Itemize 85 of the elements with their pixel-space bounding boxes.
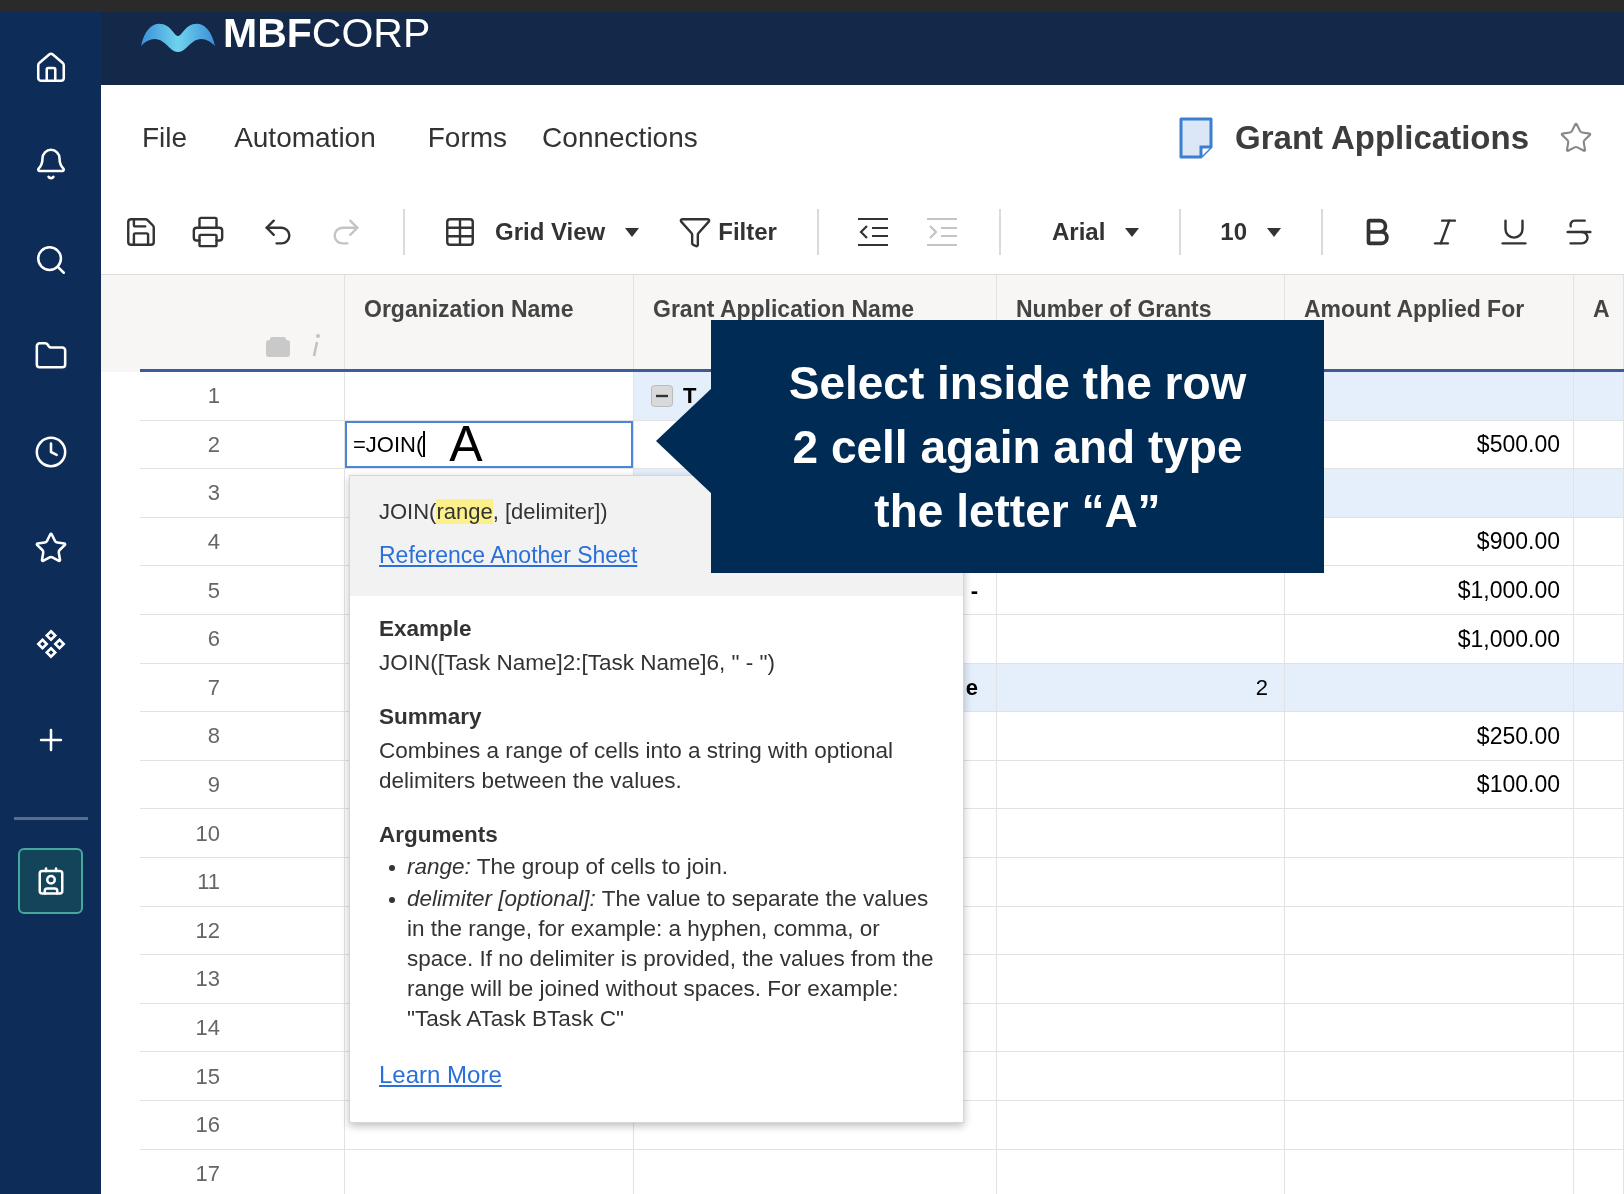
row-number: 5 [140,566,345,615]
table-cell [1574,517,1624,567]
row-number: 9 [140,760,345,810]
table-cell [1574,857,1624,907]
row-number: 1 [140,372,345,421]
row-number: 7 [140,663,345,713]
grid-icon [443,215,477,249]
row-number: 3 [140,469,345,518]
collapse-icon[interactable] [651,384,673,407]
help-text: JOIN([Task Name]2:[Task Name]6, " - ") [379,649,777,677]
row-number: 2 [140,420,345,470]
contact-card-icon [35,866,66,896]
row-number: 4 [140,517,345,567]
view-dropdown[interactable]: Grid View [443,214,640,250]
section-heading: Arguments [379,821,499,849]
learn-more-link[interactable]: Learn More [379,1060,502,1090]
callout: Select inside the row 2 cell again and type the letter “A” [711,320,1324,573]
comment-icon [266,337,290,357]
table-cell [1574,372,1624,421]
sidebar-button[interactable] [18,848,83,914]
table-cell [1574,712,1624,761]
row-number: 10 [140,809,345,858]
table-cell: $1,000.00 [1285,614,1574,664]
logo-text: CORP [311,13,431,54]
filter-button[interactable]: Filter [678,214,777,250]
column-header[interactable]: Grant Application Name [653,296,915,322]
print-icon[interactable] [191,215,225,249]
row-number: 14 [140,1003,345,1053]
table-cell [1574,614,1624,664]
table-cell: $100.00 [1285,760,1574,810]
font-dropdown[interactable]: Arial [1051,214,1140,250]
row-number: 15 [140,1052,345,1101]
star-icon [33,531,68,565]
column-header[interactable]: Amount Applied For [1304,296,1525,322]
menu-item[interactable]: Automation [234,116,376,159]
menu-item[interactable]: File [142,116,188,159]
argument-text: delimiter [optional]: The value to separate the values in the range, for example: a hyphen, comma, or space. If no delimiter is provided, the values from the range will be joined without spaces. For example: "Task ATask BTask C" [407,885,934,1033]
sheet-title: Grant Applications [1235,117,1529,158]
reference-link[interactable]: Reference Another Sheet [379,538,638,573]
table-cell [1574,760,1624,810]
bullet-icon [389,865,395,871]
row-number: 12 [140,906,345,956]
font-size-dropdown[interactable]: 10 [1220,214,1281,250]
caret-icon [625,227,640,237]
bullet-icon [389,897,395,903]
table-cell [1574,420,1624,470]
clock-icon [33,435,68,469]
info-icon [310,333,322,357]
row-number: 16 [140,1100,345,1150]
text-cursor [423,431,426,458]
table-cell [1574,1100,1624,1150]
table-cell: 2 [997,663,1285,713]
caret-icon [1267,227,1281,237]
table-cell: $250.00 [1285,712,1574,761]
typed-letter: A [449,419,483,470]
favorite-star-icon[interactable] [1559,120,1593,155]
column-header[interactable]: Number of Grants [1016,296,1212,322]
sheet-icon [1179,116,1213,159]
formula-input[interactable]: =JOIN( A [345,420,633,469]
menu-item[interactable]: Forms [427,116,508,159]
outdent-icon[interactable] [855,217,890,247]
table-cell [1574,1003,1624,1053]
filter-icon [678,215,713,249]
logo-text: MBF [223,13,312,54]
table-cell [1574,469,1624,518]
argument-text: range: The group of cells to join. [407,853,729,881]
table-cell [1574,955,1624,1004]
table-cell [1574,1052,1624,1101]
column-header[interactable]: Organization Name [364,296,574,322]
table-cell: $1,000.00 [1285,566,1574,615]
caret-icon [1125,227,1140,237]
table-cell [1574,663,1624,713]
column-header[interactable]: A [1593,296,1610,322]
row-number: 6 [140,614,345,664]
section-heading: Summary [379,703,483,731]
help-text: Combines a range of cells into a string with optional delimiters between the values. [379,737,895,795]
save-icon[interactable] [124,215,158,249]
table-cell [1574,906,1624,956]
row-number: 11 [140,857,345,907]
row-number: 8 [140,712,345,761]
table-cell [1574,566,1624,615]
menu-item[interactable]: Connections [542,116,698,159]
row-number: 13 [140,955,345,1004]
table-cell [1574,809,1624,858]
section-heading: Example [379,615,473,643]
